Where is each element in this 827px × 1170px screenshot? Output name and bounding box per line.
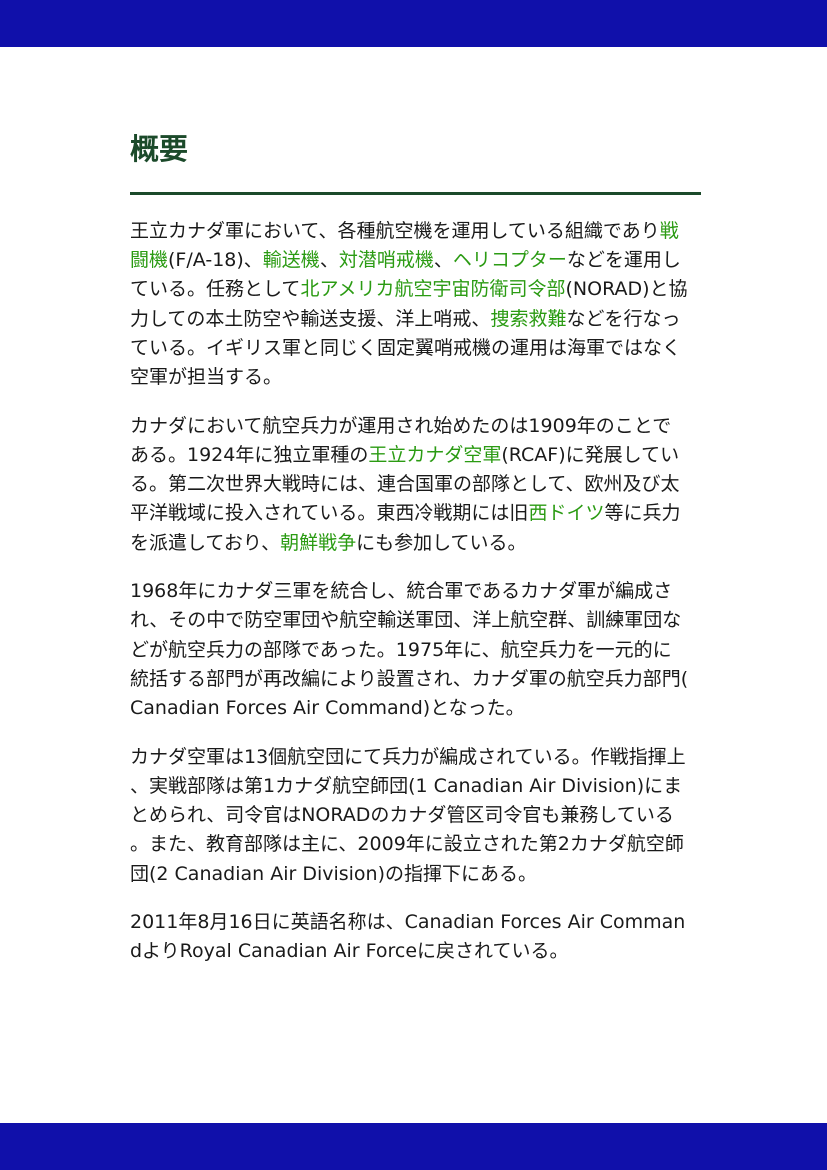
paragraph-text: 2011年8月16日に英語名称は、Canadian Forces Air Com…: [130, 911, 686, 963]
inline-link[interactable]: 捜索救難: [490, 308, 566, 330]
paragraph-text: 1968年にカナダ三軍を統合し、統合軍であるカナダ軍が編成され、その中で防空軍団…: [130, 580, 689, 720]
inline-link[interactable]: 北アメリカ航空宇宙防衛司令部: [300, 278, 565, 300]
inline-link[interactable]: 西ドイツ: [528, 502, 604, 524]
inline-link[interactable]: 王立カナダ空軍: [368, 444, 501, 466]
inline-link[interactable]: 朝鮮戦争: [280, 532, 356, 554]
paragraph-text: にも参加している。: [356, 531, 527, 554]
paragraph-text: 王立カナダ軍において、各種航空機を運用している組織であり: [130, 220, 660, 242]
inline-link[interactable]: 輸送機: [263, 249, 320, 271]
section-heading: 概要: [130, 132, 189, 166]
paragraph: 王立カナダ軍において、各種航空機を運用している組織であり戦闘機(F/A-18)、…: [130, 217, 690, 392]
heading-divider: [130, 192, 701, 195]
paragraph: 1968年にカナダ三軍を統合し、統合軍であるカナダ軍が編成され、その中で防空軍団…: [130, 577, 690, 723]
paragraph: 2011年8月16日に英語名称は、Canadian Forces Air Com…: [130, 908, 690, 966]
top-banner-bar: [0, 0, 827, 47]
article-body: 王立カナダ軍において、各種航空機を運用している組織であり戦闘機(F/A-18)、…: [130, 217, 701, 967]
inline-link[interactable]: 対潜哨戒機: [339, 249, 434, 271]
paragraph-text: 、: [433, 249, 453, 272]
inline-link[interactable]: ヘリコプター: [453, 249, 567, 271]
bottom-banner-bar: [0, 1123, 827, 1170]
paragraph-text: カナダ空軍は13個航空団にて兵力が編成されている。作戦指揮上、実戦部隊は第1カナ…: [130, 745, 686, 885]
paragraph-text: (F/A-18)、: [168, 249, 263, 272]
paragraph: カナダにおいて航空兵力が運用され始めたのは1909年のことである。1924年に独…: [130, 412, 690, 558]
paragraph: カナダ空軍は13個航空団にて兵力が編成されている。作戦指揮上、実戦部隊は第1カナ…: [130, 743, 690, 889]
article-content: 概要 王立カナダ軍において、各種航空機を運用している組織であり戦闘機(F/A-1…: [130, 128, 701, 967]
paragraph-text: 、: [319, 249, 339, 272]
